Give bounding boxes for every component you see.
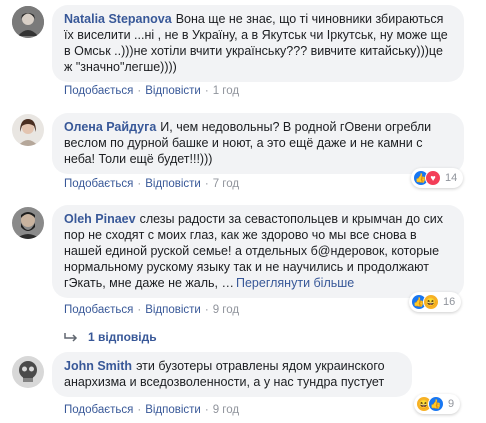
reaction-count: 14 [445, 172, 458, 184]
comment-bubble: Олена Райдуга И, чем недовольны? В родной… [52, 113, 464, 174]
separator: · [204, 178, 209, 190]
separator: · [204, 404, 209, 416]
separator: · [204, 85, 209, 97]
like-button[interactable]: Подобається [64, 404, 133, 416]
comment-time[interactable]: 1 год [213, 85, 239, 97]
love-reaction-icon: ♥ [425, 170, 441, 186]
reactions-summary[interactable]: 👍 😆 16 [409, 292, 462, 312]
comment-bubble: Oleh Pinaev слезы радости за севастопольц… [52, 205, 464, 298]
comment-bubble: Natalia Stepanova Вона ще не знає, що ті … [52, 5, 464, 82]
avatar[interactable] [12, 6, 44, 38]
comment-time[interactable]: 9 год [213, 404, 239, 416]
comment-actions: Подобається · Відповісти · 9 год [64, 404, 239, 416]
comment-author[interactable]: Олена Райдуга [64, 120, 156, 134]
comment-time[interactable]: 7 год [213, 178, 239, 190]
view-replies-link[interactable]: 1 відповідь [64, 330, 157, 344]
haha-reaction-icon: 😆 [423, 294, 439, 310]
avatar[interactable] [12, 207, 44, 239]
see-more-link[interactable]: Переглянути більше [236, 276, 354, 290]
like-reaction-icon: 👍 [428, 396, 444, 412]
user-photo-icon [12, 356, 44, 388]
like-button[interactable]: Подобається [64, 85, 133, 97]
avatar[interactable] [12, 114, 44, 146]
separator: · [137, 304, 142, 316]
separator: · [137, 404, 142, 416]
separator: · [204, 304, 209, 316]
comment-author[interactable]: Oleh Pinaev [64, 212, 136, 226]
user-photo-icon [12, 207, 44, 239]
comment-actions: Подобається · Відповісти · 9 год [64, 304, 239, 316]
reaction-count: 9 [448, 398, 455, 410]
user-photo-icon [12, 6, 44, 38]
comment-actions: Подобається · Відповісти · 1 год [64, 85, 239, 97]
reply-button[interactable]: Відповісти [145, 85, 201, 97]
reply-button[interactable]: Відповісти [145, 304, 201, 316]
comment-author[interactable]: John Smith [64, 359, 132, 373]
comment-time[interactable]: 9 год [213, 304, 239, 316]
reply-button[interactable]: Відповісти [145, 404, 201, 416]
avatar[interactable] [12, 356, 44, 388]
comment-author[interactable]: Natalia Stepanova [64, 12, 172, 26]
reaction-count: 16 [443, 296, 456, 308]
reactions-summary[interactable]: 😆 👍 9 [414, 394, 461, 414]
user-photo-icon [12, 114, 44, 146]
separator: · [137, 178, 142, 190]
comment-actions: Подобається · Відповісти · 7 год [64, 178, 239, 190]
reply-arrow-icon [64, 333, 78, 342]
separator: · [137, 85, 142, 97]
reactions-summary[interactable]: 👍 ♥ 14 [411, 168, 464, 188]
like-button[interactable]: Подобається [64, 304, 133, 316]
reply-button[interactable]: Відповісти [145, 178, 201, 190]
replies-count-label[interactable]: 1 відповідь [88, 330, 157, 344]
comment-bubble: John Smith эти бузотеры отравлены ядом ук… [52, 352, 412, 397]
like-button[interactable]: Подобається [64, 178, 133, 190]
